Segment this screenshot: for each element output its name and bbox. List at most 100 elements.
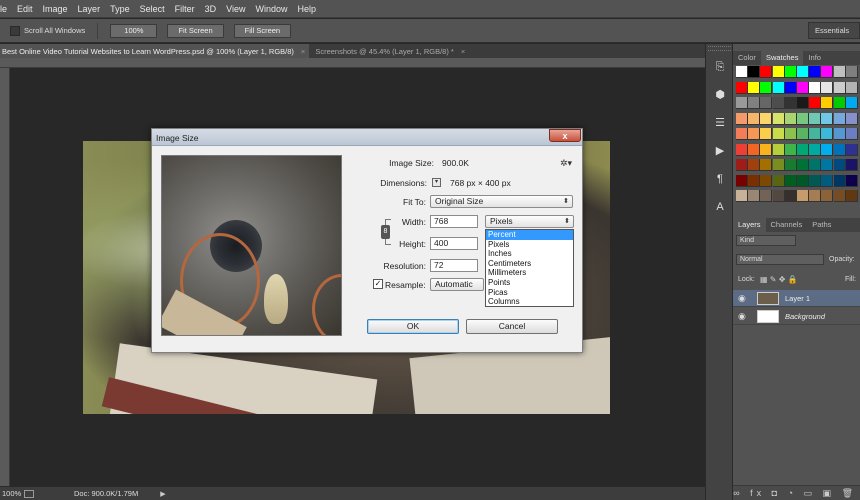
fit-screen-button[interactable]: Fit Screen: [167, 23, 224, 38]
swatch[interactable]: [760, 174, 773, 187]
swatch[interactable]: [845, 143, 858, 156]
swatch[interactable]: [772, 128, 785, 140]
paragraph-icon[interactable]: ¶: [711, 170, 729, 188]
3d-icon[interactable]: ⬢: [711, 86, 729, 104]
dialog-close-button[interactable]: x: [549, 129, 581, 142]
layer-kind-filter[interactable]: Kind: [736, 235, 796, 246]
swatch[interactable]: [772, 81, 785, 94]
close-icon[interactable]: ×: [301, 47, 305, 56]
menu-help[interactable]: Help: [292, 4, 321, 14]
menu-filter[interactable]: Filter: [170, 4, 200, 14]
swatch[interactable]: [748, 143, 761, 156]
tab-wordpress-psd[interactable]: Best Online Video Tutorial Websites to L…: [0, 44, 310, 58]
menu-image[interactable]: Image: [38, 4, 73, 14]
swatch[interactable]: [736, 159, 748, 171]
visibility-eye-icon[interactable]: ◉: [738, 311, 746, 322]
swatch[interactable]: [797, 159, 809, 171]
swatch[interactable]: [736, 143, 748, 156]
swatch[interactable]: [784, 112, 797, 125]
swatch[interactable]: [748, 112, 761, 125]
visibility-eye-icon[interactable]: ◉: [738, 293, 746, 304]
swatch[interactable]: [797, 97, 809, 109]
ok-button[interactable]: OK: [367, 319, 459, 334]
resolution-field[interactable]: 72: [430, 259, 478, 272]
swatch[interactable]: [772, 190, 785, 202]
swatch[interactable]: [784, 174, 797, 187]
swatch[interactable]: [797, 174, 809, 187]
swatch[interactable]: [772, 143, 785, 156]
swatch[interactable]: [809, 66, 822, 78]
unit-option-pixels[interactable]: Pixels: [486, 240, 573, 250]
swatch[interactable]: [760, 190, 773, 202]
dialog-titlebar[interactable]: Image Size x: [152, 129, 582, 146]
lock-icons[interactable]: ▦ ✎ ✥ 🔒: [760, 275, 798, 284]
image-preview[interactable]: [161, 155, 342, 336]
layer-row-layer-1[interactable]: ◉ Layer 1: [733, 290, 860, 307]
menu-view[interactable]: View: [221, 4, 250, 14]
tab-paths[interactable]: Paths: [807, 218, 836, 232]
gear-icon[interactable]: ✲▾: [560, 158, 572, 169]
tab-info[interactable]: Info: [803, 51, 826, 65]
swatch[interactable]: [736, 128, 748, 140]
dimensions-toggle-icon[interactable]: ▾: [432, 178, 441, 187]
properties-icon[interactable]: ☰: [711, 114, 729, 132]
menu-file[interactable]: le: [0, 4, 12, 14]
swatch[interactable]: [821, 174, 834, 187]
swatch[interactable]: [809, 97, 822, 109]
swatch[interactable]: [833, 190, 846, 202]
swatch[interactable]: [748, 190, 761, 202]
unit-option-picas[interactable]: Picas: [486, 288, 573, 298]
swatch[interactable]: [784, 128, 797, 140]
unit-option-centimeters[interactable]: Centimeters: [486, 259, 573, 269]
swatch[interactable]: [821, 190, 834, 202]
swatch[interactable]: [845, 128, 858, 140]
swatch[interactable]: [760, 66, 773, 78]
swatch[interactable]: [748, 81, 761, 94]
fill-screen-button[interactable]: Fill Screen: [233, 23, 292, 38]
swatch[interactable]: [772, 112, 785, 125]
actions-play-icon[interactable]: ▶: [711, 142, 729, 160]
swatch[interactable]: [760, 159, 773, 171]
swatch[interactable]: [760, 112, 773, 125]
swatch[interactable]: [797, 112, 809, 125]
swatch[interactable]: [809, 159, 822, 171]
swatch[interactable]: [833, 112, 846, 125]
swatch[interactable]: [784, 66, 797, 78]
status-menu-arrow-icon[interactable]: ▶: [160, 490, 165, 498]
swatch[interactable]: [772, 66, 785, 78]
unit-option-percent[interactable]: Percent: [486, 230, 573, 240]
menu-type[interactable]: Type: [105, 4, 135, 14]
swatch[interactable]: [760, 97, 773, 109]
swatch[interactable]: [748, 97, 761, 109]
swatch[interactable]: [797, 66, 809, 78]
width-unit-select[interactable]: Pixels ⬍: [485, 215, 574, 228]
zoom-100-button[interactable]: 100%: [110, 23, 158, 38]
character-icon[interactable]: A: [711, 198, 729, 216]
swatch[interactable]: [748, 66, 761, 78]
swatch[interactable]: [809, 143, 822, 156]
tab-screenshots[interactable]: Screenshots @ 45.4% (Layer 1, RGB/8) * ×: [309, 44, 469, 58]
swatch[interactable]: [833, 97, 846, 109]
scroll-all-checkbox[interactable]: [10, 25, 20, 36]
menu-3d[interactable]: 3D: [200, 4, 222, 14]
swatch[interactable]: [784, 190, 797, 202]
tab-channels[interactable]: Channels: [766, 218, 808, 232]
workspace-switcher[interactable]: Essentials: [808, 22, 860, 39]
swatch[interactable]: [821, 66, 834, 78]
swatch[interactable]: [845, 97, 858, 109]
swatch[interactable]: [809, 190, 822, 202]
swatch[interactable]: [784, 97, 797, 109]
swatch[interactable]: [809, 174, 822, 187]
swatch[interactable]: [772, 97, 785, 109]
menu-select[interactable]: Select: [135, 4, 170, 14]
fit-to-select[interactable]: Original Size ⬍: [430, 195, 573, 208]
height-field[interactable]: 400: [430, 237, 478, 250]
swatch[interactable]: [736, 112, 748, 125]
horizontal-ruler[interactable]: [0, 58, 705, 68]
dock-grip[interactable]: [708, 46, 731, 51]
swatch[interactable]: [845, 190, 858, 202]
swatch[interactable]: [772, 174, 785, 187]
blend-mode-select[interactable]: Normal: [736, 254, 824, 265]
swatch[interactable]: [833, 81, 846, 94]
resample-select[interactable]: Automatic: [430, 278, 484, 291]
